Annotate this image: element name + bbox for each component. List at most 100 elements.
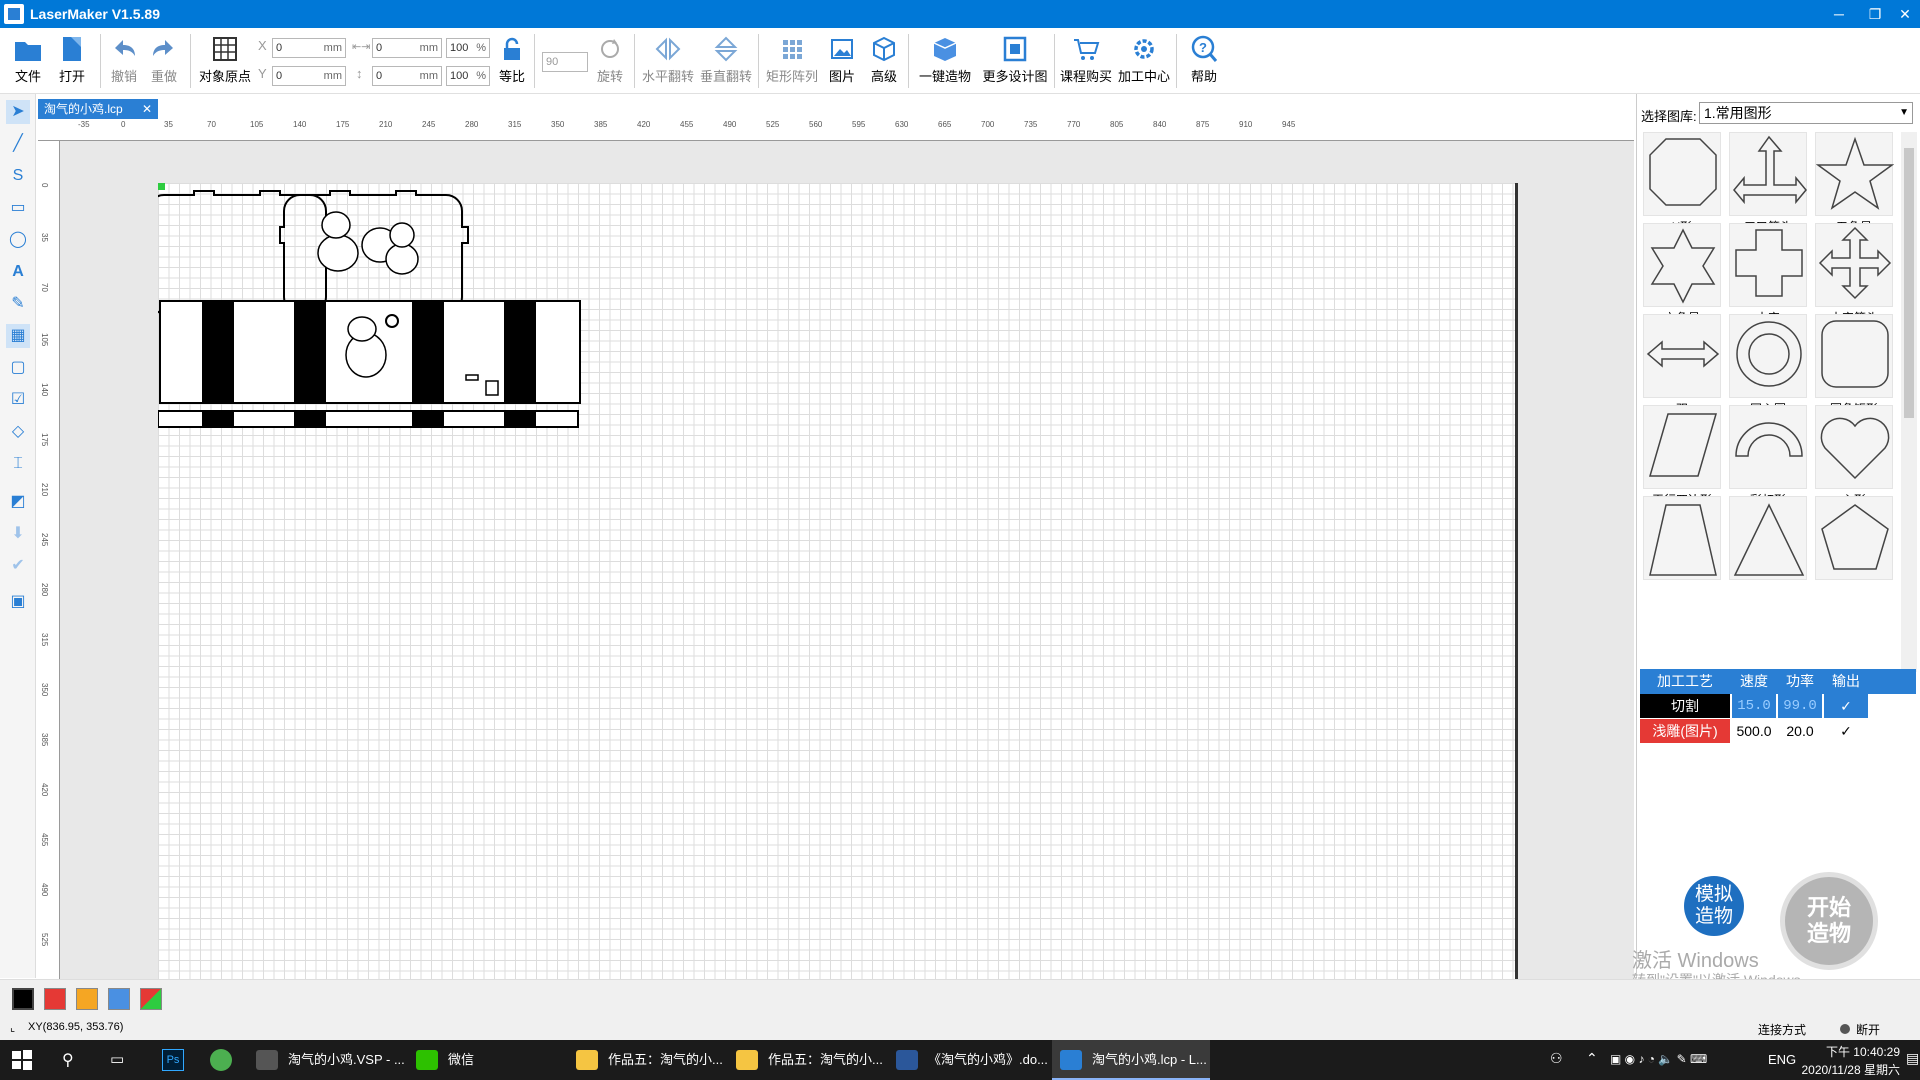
page-tool-icon[interactable]: ▢	[6, 356, 30, 380]
help-button[interactable]: ? 帮助	[1186, 32, 1222, 90]
redo-button[interactable]: 重做	[146, 32, 182, 90]
close-button[interactable]: ✕	[1890, 0, 1920, 28]
fill-down-tool-icon[interactable]: ⬇	[6, 522, 30, 546]
select-tool-icon[interactable]: ➤	[6, 100, 30, 124]
ruler-tick-label: 805	[1110, 120, 1124, 129]
tray-icons[interactable]: ▣ ◉ ♪ ◔ 🔈 ✎ ⌨	[1610, 1052, 1707, 1066]
gallery-scrollbar[interactable]	[1901, 132, 1917, 672]
y-input[interactable]: 0 mm	[272, 66, 346, 86]
text-tool-icon[interactable]: A	[6, 260, 30, 284]
windows-start-icon[interactable]	[12, 1050, 32, 1070]
width-input[interactable]: 0 mm	[372, 38, 442, 58]
clock-date[interactable]: 2020/11/28 星期六	[1796, 1061, 1900, 1078]
output-checkbox[interactable]: ✓	[1824, 719, 1868, 743]
ruler-tick-label: 350	[551, 120, 565, 129]
edit-tool-icon[interactable]: ☑	[6, 388, 30, 412]
taskbar-item[interactable]: 作品五：淘气的小...	[728, 1040, 884, 1080]
rotate-button[interactable]: 旋转	[592, 32, 628, 90]
flip-horizontal-icon	[653, 34, 683, 64]
taskbar-item[interactable]: 淘气的小鸡.VSP - ...	[248, 1040, 405, 1080]
eraser-tool-icon[interactable]: ◇	[6, 420, 30, 444]
file-button[interactable]: 文件	[8, 32, 48, 90]
rectangle-tool-icon[interactable]: ▭	[6, 196, 30, 220]
six-star-icon	[1643, 223, 1721, 307]
document-tab[interactable]: 淘气的小鸡.lcp ✕	[38, 99, 158, 119]
taskbar-item[interactable]: 作品五：淘气的小...	[568, 1040, 724, 1080]
rotate-angle-input[interactable]: 90	[542, 52, 588, 72]
width-percent-input[interactable]: 100%	[446, 38, 490, 58]
start-button[interactable]: 开始造物	[1780, 872, 1878, 970]
close-tab-icon[interactable]: ✕	[142, 99, 152, 119]
table-row[interactable]: 浅雕(图片) 500.0 20.0 ✓	[1640, 719, 1916, 744]
one-click-make-button[interactable]: 一键造物	[914, 32, 976, 90]
ruler-tick-label: 770	[1067, 120, 1081, 129]
output-checkbox[interactable]: ✓	[1824, 694, 1868, 718]
color-swatch-blue[interactable]	[108, 988, 130, 1010]
people-icon[interactable]: ⚇	[1550, 1050, 1563, 1067]
measure-tool-icon[interactable]: ⌶	[6, 452, 30, 476]
object-origin-button[interactable]: 对象原点	[196, 32, 254, 90]
image-icon	[827, 34, 857, 64]
advanced-button[interactable]: 高级	[866, 32, 902, 90]
ruler-tick-label: 455	[40, 833, 49, 847]
taskbar-item[interactable]: 淘气的小鸡.lcp - L...	[1052, 1040, 1210, 1080]
open-button[interactable]: 打开	[52, 32, 92, 90]
ruler-tick-label: 35	[40, 233, 49, 242]
fill-tool-icon[interactable]: ◩	[6, 490, 30, 514]
ruler-tick-label: 560	[809, 120, 823, 129]
language-indicator[interactable]: ENG	[1768, 1052, 1796, 1067]
ruler-tick-label: 280	[465, 120, 479, 129]
color-swatch-orange[interactable]	[76, 988, 98, 1010]
shape-item[interactable]	[1641, 496, 1723, 604]
shape-item[interactable]	[1727, 496, 1809, 604]
course-buy-button[interactable]: 课程购买	[1058, 32, 1114, 90]
search-icon[interactable]: ⚲	[62, 1050, 74, 1070]
photoshop-icon[interactable]: Ps	[162, 1049, 184, 1071]
task-view-icon[interactable]: ▭	[110, 1050, 124, 1068]
height-percent-input[interactable]: 100%	[446, 66, 490, 86]
taskbar-item[interactable]: 微信	[408, 1040, 558, 1080]
horizontal-ruler: -35 0 35 70 105 140 175 210 245 280 315 350 385 420 45…	[38, 119, 1634, 141]
design-drawing[interactable]	[158, 183, 1518, 979]
minimize-button[interactable]: ─	[1816, 0, 1862, 28]
browser-icon[interactable]	[210, 1049, 232, 1071]
color-swatch-black[interactable]	[12, 988, 34, 1010]
height-input[interactable]: 0 mm	[372, 66, 442, 86]
taskbar-item[interactable]: 《淘气的小鸡》.do...	[888, 1040, 1048, 1080]
grid-tool-icon[interactable]: ▦	[6, 324, 30, 348]
flip-horizontal-button[interactable]: 水平翻转	[640, 32, 696, 90]
camera-tool-icon[interactable]: ▣	[6, 590, 30, 614]
simulate-button[interactable]: 模拟造物	[1684, 876, 1744, 936]
fill-check-tool-icon[interactable]: ✔	[6, 554, 30, 578]
left-tool-panel: ➤ ╱ S ▭ ◯ A ✎ ▦ ▢ ☑ ◇ ⌶ ◩ ⬇ ✔ ▣	[0, 94, 36, 978]
notification-icon[interactable]: ▤	[1906, 1050, 1919, 1067]
lasermaker-icon	[1060, 1050, 1082, 1070]
ruler-tick-label: 455	[680, 120, 694, 129]
undo-button[interactable]: 撤销	[106, 32, 142, 90]
table-row[interactable]: 切割 15.0 99.0 ✓	[1640, 694, 1916, 719]
clock-time[interactable]: 下午 10:40:29	[1818, 1043, 1900, 1060]
ruler-tick-label: 245	[40, 533, 49, 547]
restore-button[interactable]: ❐	[1860, 0, 1890, 28]
work-sheet[interactable]	[158, 183, 1518, 979]
curve-tool-icon[interactable]: S	[6, 164, 30, 188]
line-tool-icon[interactable]: ╱	[6, 132, 30, 156]
library-select[interactable]: 1.常用图形 ▼	[1699, 102, 1913, 124]
ruler-tick-label: 280	[40, 583, 49, 597]
design-canvas[interactable]	[60, 141, 1634, 979]
rect-array-button[interactable]: 矩形阵列	[764, 32, 820, 90]
pen-tool-icon[interactable]: ✎	[6, 292, 30, 316]
ruler-tick-label: 140	[40, 383, 49, 397]
chevron-up-icon[interactable]: ⌃	[1586, 1050, 1598, 1067]
color-swatch-multi[interactable]	[140, 988, 162, 1010]
flip-vertical-button[interactable]: 垂直翻转	[698, 32, 754, 90]
ellipse-tool-icon[interactable]: ◯	[6, 228, 30, 252]
proportional-button[interactable]: 等比	[494, 32, 530, 90]
x-input[interactable]: 0 mm	[272, 38, 346, 58]
image-button[interactable]: 图片	[824, 32, 860, 90]
shape-item[interactable]	[1813, 496, 1895, 604]
more-designs-button[interactable]: 更多设计图	[980, 32, 1050, 90]
processing-center-button[interactable]: 加工中心	[1116, 32, 1172, 90]
color-swatch-red[interactable]	[44, 988, 66, 1010]
height-icon: ↕	[356, 66, 363, 81]
